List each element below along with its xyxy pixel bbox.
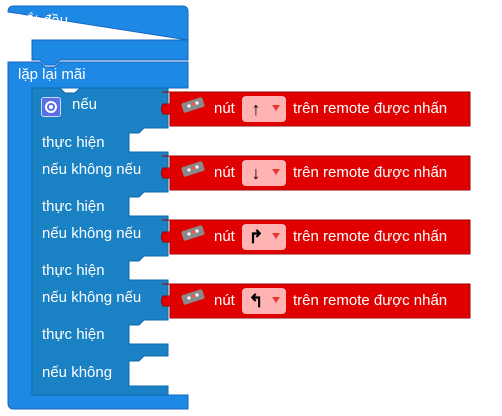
then-label-2: thực hiện (42, 198, 105, 215)
arrow-down-icon: ↓ (251, 163, 261, 183)
condition-3-label: nút (214, 228, 235, 245)
chevron-down-icon (272, 233, 280, 239)
button-select-2[interactable]: ↓ (242, 160, 286, 186)
then-label-4: thực hiện (42, 326, 105, 343)
start-block-label: bắt đầu (18, 12, 69, 29)
forever-block-label: lặp lại mãi (18, 66, 86, 83)
elseif-label-2: nếu không nếu (42, 225, 142, 242)
remote-icon (181, 97, 205, 113)
turn-left-icon: ↰ (248, 291, 264, 311)
arrow-up-icon: ↑ (251, 99, 261, 119)
condition-3-suffix: trên remote được nhấn (293, 228, 448, 245)
remote-icon (181, 289, 205, 305)
condition-4-label: nút (214, 292, 235, 309)
then-label-3: thực hiện (42, 262, 105, 279)
gear-icon[interactable] (41, 97, 61, 117)
remote-icon (181, 225, 205, 241)
elseif-label-3: nếu không nếu (42, 289, 142, 306)
else-label: nếu không (42, 364, 113, 381)
elseif-label-1: nếu không nếu (42, 161, 142, 178)
chevron-down-icon (272, 169, 280, 175)
turn-right-icon: ↱ (248, 227, 264, 247)
condition-2-label: nút (214, 164, 235, 181)
condition-4-suffix: trên remote được nhấn (293, 292, 448, 309)
button-select-1[interactable]: ↑ (242, 96, 286, 122)
then-label-1: thực hiện (42, 134, 105, 151)
if-label: nếu (72, 96, 98, 113)
condition-1-label: nút (214, 100, 235, 117)
chevron-down-icon (272, 297, 280, 303)
condition-1-suffix: trên remote được nhấn (293, 100, 448, 117)
condition-2-suffix: trên remote được nhấn (293, 164, 448, 181)
remote-icon (181, 161, 205, 177)
chevron-down-icon (272, 105, 280, 111)
button-select-4[interactable]: ↰ (242, 288, 286, 314)
button-select-3[interactable]: ↱ (242, 224, 286, 250)
